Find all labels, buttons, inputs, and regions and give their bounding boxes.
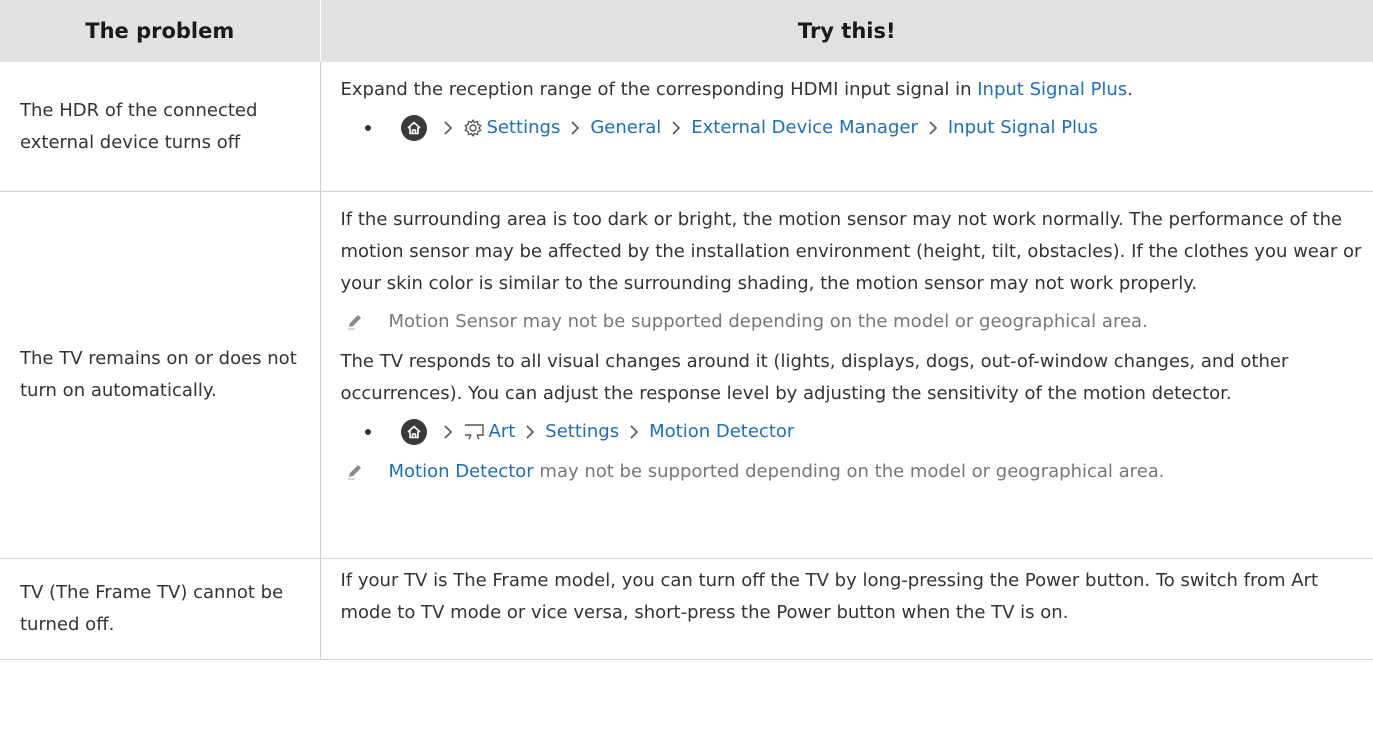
input-signal-plus-link[interactable]: Input Signal Plus [977,79,1127,100]
table-row: The HDR of the connected external device… [0,62,1373,192]
art-frame-icon [463,422,485,442]
header-problem: The problem [0,0,320,62]
bullet [364,125,371,131]
home-icon [400,419,427,445]
path-art[interactable]: Art [489,416,516,448]
solution-cell: If the surrounding area is too dark or b… [320,191,1373,559]
solution-paragraph: If the surrounding area is too dark or b… [340,209,1362,294]
table-row: TV (The Frame TV) cannot be turned off. … [0,558,1373,660]
path-external-device-manager[interactable]: External Device Manager [691,112,918,144]
pencil-icon [345,461,367,483]
path-settings[interactable]: Settings [487,112,561,144]
chevron-right-icon [443,425,453,439]
solution-paragraph: The TV responds to all visual changes ar… [340,351,1289,404]
solution-cell: Expand the reception range of the corres… [320,62,1373,192]
menu-path: Art Settings Motion Detector [341,414,1364,450]
path-input-signal-plus[interactable]: Input Signal Plus [948,112,1098,144]
chevron-right-icon [671,121,681,135]
header-try-this: Try this! [319,0,1373,62]
problem-cell: TV (The Frame TV) cannot be turned off. [0,558,321,660]
troubleshooting-table: The problem Try this! The HDR of the con… [0,0,1373,660]
chevron-right-icon [525,425,535,439]
pencil-icon [345,311,367,333]
bullet [364,429,371,435]
note-text: Motion Sensor may not be supported depen… [388,311,1148,332]
note: Motion Sensor may not be supported depen… [341,306,1364,338]
problem-cell: The HDR of the connected external device… [0,62,321,192]
home-icon [400,115,427,141]
table-row: The TV remains on or does not turn on au… [0,191,1373,559]
chevron-right-icon [443,121,453,135]
problem-cell: The TV remains on or does not turn on au… [0,191,321,559]
motion-detector-link[interactable]: Motion Detector [389,461,534,482]
note-text: Motion Detector may not be supported dep… [388,461,1165,482]
table-header-row: The problem Try this! [0,0,1373,62]
path-general[interactable]: General [590,112,661,144]
path-motion-detector[interactable]: Motion Detector [649,416,794,448]
gear-icon [463,118,483,138]
solution-cell: If your TV is The Frame model, you can t… [320,558,1373,660]
solution-paragraph: If your TV is The Frame model, you can t… [340,570,1319,623]
menu-path: Settings General External Device Manager… [341,110,1364,146]
path-settings[interactable]: Settings [545,416,619,448]
chevron-right-icon [928,121,938,135]
note: Motion Detector may not be supported dep… [341,456,1364,488]
chevron-right-icon [570,121,580,135]
chevron-right-icon [629,425,639,439]
solution-paragraph: Expand the reception range of the corres… [340,79,1133,100]
